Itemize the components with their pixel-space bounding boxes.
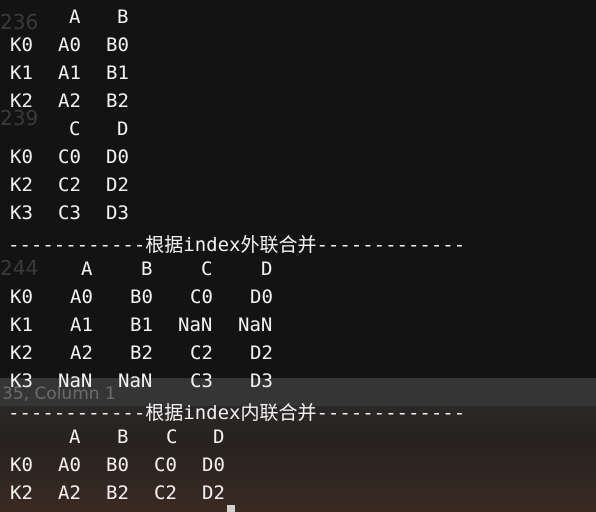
cell: NaN [118, 370, 153, 392]
row-index: K2 [10, 342, 33, 364]
line-number: 244 [0, 256, 39, 280]
line-number: 236 [0, 10, 39, 34]
cell: D3 [250, 370, 273, 392]
row-index: K0 [10, 34, 33, 56]
cell: C2 [190, 342, 213, 364]
column-header: D [261, 258, 273, 280]
row-index: K2 [10, 174, 33, 196]
cell: A2 [58, 482, 81, 504]
cell: B2 [130, 342, 153, 364]
row-index: K1 [10, 314, 33, 336]
cell: A0 [70, 286, 93, 308]
row-index: K1 [10, 62, 33, 84]
row-index: K0 [10, 146, 33, 168]
column-header: D [213, 426, 225, 448]
column-header: A [69, 426, 81, 448]
cell: B2 [106, 90, 129, 112]
cell: NaN [178, 314, 213, 336]
cell: B2 [106, 482, 129, 504]
cell: A2 [70, 342, 93, 364]
outer-join-separator: ------------根据index外联合并------------- [8, 234, 466, 256]
cell: C3 [58, 202, 81, 224]
row-index: K0 [10, 286, 33, 308]
cell: B0 [130, 286, 153, 308]
column-header: A [69, 6, 81, 28]
cell: A0 [58, 454, 81, 476]
cell: D0 [106, 146, 129, 168]
cell: B0 [106, 34, 129, 56]
column-header: A [81, 258, 93, 280]
column-header: C [166, 426, 178, 448]
cell: C0 [154, 454, 177, 476]
cell: D0 [202, 454, 225, 476]
cell: A1 [70, 314, 93, 336]
cell: D2 [106, 174, 129, 196]
column-header: B [141, 258, 153, 280]
cell: A1 [58, 62, 81, 84]
column-header: D [117, 118, 129, 140]
column-header: B [117, 6, 129, 28]
row-index: K3 [10, 202, 33, 224]
cell: B0 [106, 454, 129, 476]
row-index: K2 [10, 90, 33, 112]
cell: C2 [154, 482, 177, 504]
cell: C0 [58, 146, 81, 168]
column-header: C [201, 258, 213, 280]
row-index: K2 [10, 482, 33, 504]
cell: A2 [58, 90, 81, 112]
inner-join-separator: ------------根据index内联合并------------- [8, 402, 466, 424]
cell: C2 [58, 174, 81, 196]
cell: A0 [58, 34, 81, 56]
column-header: C [69, 118, 81, 140]
cell: B1 [130, 314, 153, 336]
cell: D0 [250, 286, 273, 308]
cell: NaN [238, 314, 273, 336]
row-index: K0 [10, 454, 33, 476]
cell: D2 [250, 342, 273, 364]
cell: D3 [106, 202, 129, 224]
cell: C3 [190, 370, 213, 392]
cell: NaN [58, 370, 93, 392]
text-cursor [227, 505, 235, 512]
cell: D2 [202, 482, 225, 504]
row-index: K3 [10, 370, 33, 392]
column-header: B [117, 426, 129, 448]
cell: B1 [106, 62, 129, 84]
cell: C0 [190, 286, 213, 308]
